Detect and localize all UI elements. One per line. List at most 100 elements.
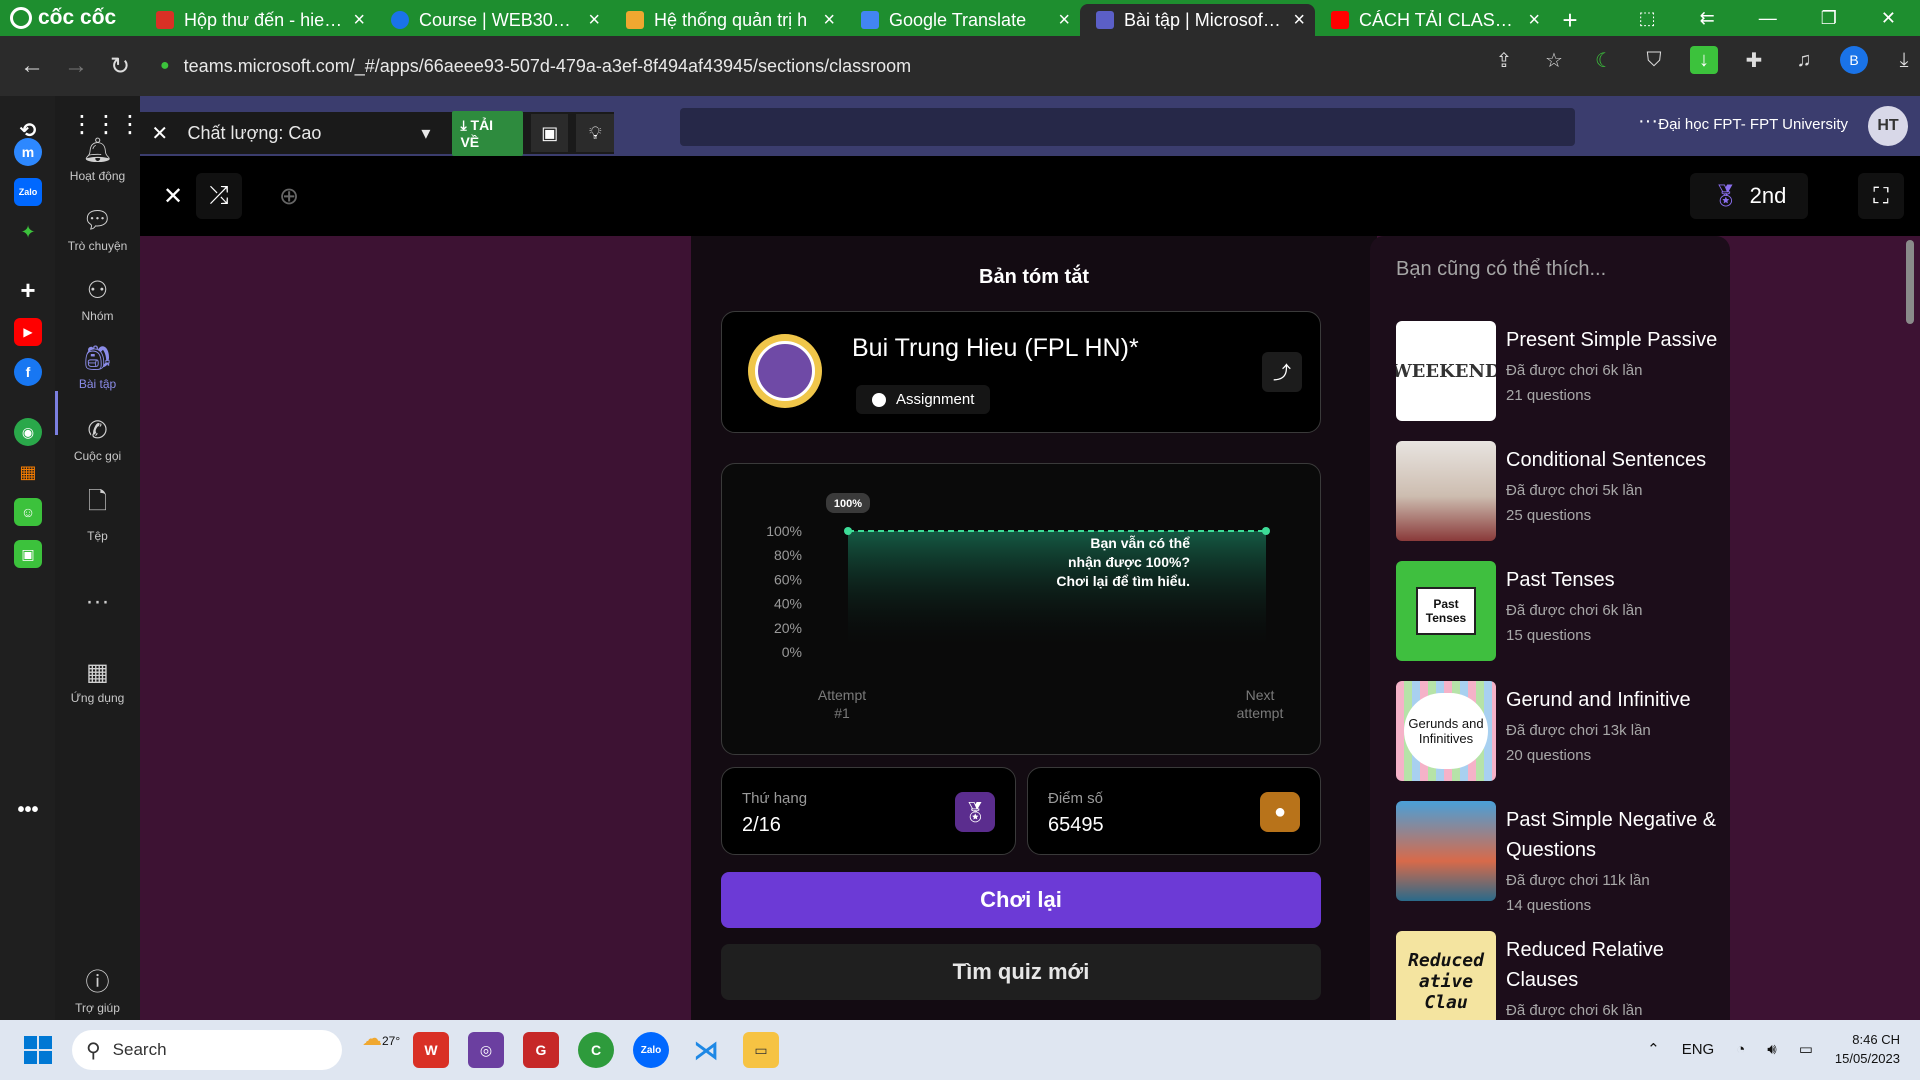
game-icon[interactable]: ✦ bbox=[14, 218, 42, 246]
picture-in-picture-icon[interactable]: ▣ bbox=[530, 114, 569, 152]
close-tab-icon[interactable]: × bbox=[1528, 9, 1540, 32]
rail-more[interactable]: ··· bbox=[55, 588, 140, 620]
close-window-icon[interactable]: ✕ bbox=[1881, 8, 1896, 29]
battery-icon[interactable]: ▭ bbox=[1799, 1040, 1813, 1058]
weather-widget[interactable]: ☁27° bbox=[362, 1026, 400, 1051]
page-scrollbar[interactable] bbox=[1896, 236, 1920, 1020]
back-tabs-icon[interactable]: ⇇ bbox=[1700, 8, 1715, 29]
apps-icon: ▦ bbox=[86, 659, 109, 686]
y-tick-label: 0% bbox=[782, 644, 802, 660]
frog-icon[interactable]: ☺ bbox=[14, 498, 42, 526]
wifi-icon[interactable]: ◔ bbox=[1736, 1041, 1745, 1058]
rail-item-activity[interactable]: 🔔︎ Hoạt động bbox=[55, 136, 140, 183]
find-new-quiz-button[interactable]: Tìm quiz mới bbox=[721, 944, 1321, 1000]
input-language[interactable]: ENG bbox=[1682, 1041, 1715, 1058]
downloads-icon[interactable]: ⤓ bbox=[1890, 46, 1918, 74]
rec-thumbnail: Past Tenses bbox=[1396, 561, 1496, 661]
facebook-icon[interactable]: f bbox=[14, 358, 42, 386]
rail-label: Ứng dụng bbox=[70, 691, 125, 705]
minimize-icon[interactable]: — bbox=[1759, 8, 1777, 29]
rail-item-files[interactable]: 🗋 Tệp bbox=[55, 484, 140, 543]
fullscreen-icon[interactable]: ⛶ bbox=[1858, 173, 1904, 219]
rail-label: Hoạt động bbox=[69, 169, 126, 183]
tab-lms[interactable]: Hệ thống quản trị h × bbox=[610, 4, 845, 36]
medal-icon: 🏅︎ bbox=[1711, 183, 1740, 208]
teams-search-input[interactable] bbox=[680, 108, 1575, 146]
rail-item-apps[interactable]: ▦ Ứng dụng bbox=[55, 658, 140, 705]
user-avatar[interactable]: HT bbox=[1868, 106, 1908, 146]
browser-brand[interactable]: cốc cốc bbox=[0, 0, 140, 36]
url-field[interactable]: ● teams.microsoft.com/_#/apps/66aeee93-5… bbox=[160, 46, 1460, 86]
chart-note-line-3: Chơi lại để tìm hiểu. bbox=[1056, 573, 1190, 589]
coccoc-browser-icon[interactable]: C bbox=[578, 1032, 614, 1068]
screen-recorder-icon[interactable]: ◎ bbox=[468, 1032, 504, 1068]
close-tab-icon[interactable]: × bbox=[1293, 9, 1305, 32]
volume-icon[interactable]: 🔊︎ bbox=[1767, 1041, 1776, 1058]
y-tick-label: 100% bbox=[766, 523, 802, 539]
app-launcher-icon[interactable]: ⋮⋮⋮ bbox=[70, 110, 142, 140]
clock[interactable]: 8:46 CH 15/05/2023 bbox=[1835, 1030, 1900, 1068]
tab-youtube[interactable]: CÁCH TẢI CLASH O × bbox=[1315, 4, 1550, 36]
windows-start-icon[interactable] bbox=[24, 1036, 52, 1064]
zalo-icon[interactable]: Zalo bbox=[14, 178, 42, 206]
reload-icon[interactable]: ↻ bbox=[98, 44, 142, 88]
share-icon[interactable]: ⤴ bbox=[1262, 352, 1302, 392]
shuffle-icon[interactable]: ⤮ bbox=[196, 173, 242, 219]
lightbulb-icon[interactable]: 💡︎ bbox=[576, 114, 615, 152]
youtube-icon[interactable]: ▶ bbox=[14, 318, 42, 346]
star-icon[interactable]: ☆ bbox=[1540, 46, 1568, 74]
close-tab-icon[interactable]: × bbox=[588, 9, 600, 32]
browser-tab-bar: cốc cốc Hộp thư đến - hieub × Course | WE… bbox=[0, 0, 1920, 36]
point-label: 100% bbox=[826, 493, 870, 513]
organization-name[interactable]: Đại học FPT- FPT University bbox=[1658, 116, 1848, 133]
rail-item-teams[interactable]: ⚇ Nhóm bbox=[55, 276, 140, 323]
zalo-app-icon[interactable]: Zalo bbox=[633, 1032, 669, 1068]
quality-select[interactable]: Chất lượng: Cao ▾ bbox=[180, 123, 447, 144]
player-name: Bui Trung Hieu (FPL HN)* bbox=[852, 334, 1139, 362]
close-tab-icon[interactable]: × bbox=[1058, 9, 1070, 32]
playlist-icon[interactable]: ♫ bbox=[1790, 46, 1818, 74]
gift-icon[interactable]: ▣ bbox=[14, 540, 42, 568]
close-quiz-icon[interactable]: ✕ bbox=[150, 173, 196, 219]
back-icon[interactable]: ← bbox=[10, 44, 54, 88]
close-tab-icon[interactable]: × bbox=[353, 9, 365, 32]
zoom-icon[interactable]: ⊕ bbox=[266, 173, 312, 219]
add-icon[interactable]: + bbox=[14, 275, 42, 305]
share-page-icon[interactable]: ⇪ bbox=[1490, 46, 1518, 74]
tab-teams[interactable]: Bài tập | Microsoft T × bbox=[1080, 4, 1315, 36]
replay-button[interactable]: Chơi lại bbox=[721, 872, 1321, 928]
more-options-icon[interactable]: ··· bbox=[1638, 110, 1658, 133]
rec-plays: Đã được chơi 11k lần bbox=[1506, 872, 1650, 889]
earth-game-icon[interactable]: ◉ bbox=[14, 418, 42, 446]
close-tab-icon[interactable]: × bbox=[823, 9, 835, 32]
vscode-icon[interactable]: ⋊ bbox=[688, 1032, 724, 1068]
close-overlay-icon[interactable]: ✕ bbox=[140, 121, 180, 146]
taskbar-search-input[interactable]: ⚲ Search bbox=[72, 1030, 342, 1070]
extensions-icon[interactable]: ✚ bbox=[1740, 46, 1768, 74]
forward-icon[interactable]: → bbox=[54, 44, 98, 88]
rail-item-help[interactable]: ⓘ Trợ giúp bbox=[55, 962, 140, 1015]
rail-item-chat[interactable]: 💬︎ Trò chuyện bbox=[55, 206, 140, 253]
download-ext-icon[interactable]: ↓ bbox=[1690, 46, 1718, 74]
quality-label: Chất lượng: Cao bbox=[187, 122, 322, 143]
rail-item-assignments[interactable]: 🎒︎ Bài tập bbox=[55, 344, 140, 391]
wps-office-icon[interactable]: W bbox=[413, 1032, 449, 1068]
shop-icon[interactable]: ▦ bbox=[14, 458, 42, 486]
garena-icon[interactable]: G bbox=[523, 1032, 559, 1068]
rail-item-calls[interactable]: ✆ Cuộc gọi bbox=[55, 416, 140, 463]
messenger-icon[interactable]: m bbox=[14, 138, 42, 166]
dark-mode-icon[interactable]: ☾ bbox=[1590, 46, 1618, 74]
download-button[interactable]: ⤓ TẢI VỀ bbox=[452, 110, 523, 156]
scrollbar-thumb[interactable] bbox=[1906, 240, 1914, 324]
tab-course[interactable]: Course | WEB3023 | × bbox=[375, 4, 610, 36]
profile-avatar[interactable]: B bbox=[1840, 46, 1868, 74]
new-tab-button[interactable]: + bbox=[1550, 4, 1590, 36]
file-explorer-icon[interactable]: ▭ bbox=[743, 1032, 779, 1068]
more-icon[interactable]: ••• bbox=[14, 796, 42, 824]
screenshot-icon[interactable]: ⬚ bbox=[1639, 8, 1656, 29]
maximize-icon[interactable]: ❐ bbox=[1821, 8, 1837, 29]
chevron-up-icon[interactable]: ⌃ bbox=[1647, 1040, 1660, 1058]
tab-translate[interactable]: Google Translate × bbox=[845, 4, 1080, 36]
shield-icon[interactable]: ⛉ bbox=[1640, 46, 1668, 74]
tab-gmail[interactable]: Hộp thư đến - hieub × bbox=[140, 4, 375, 36]
